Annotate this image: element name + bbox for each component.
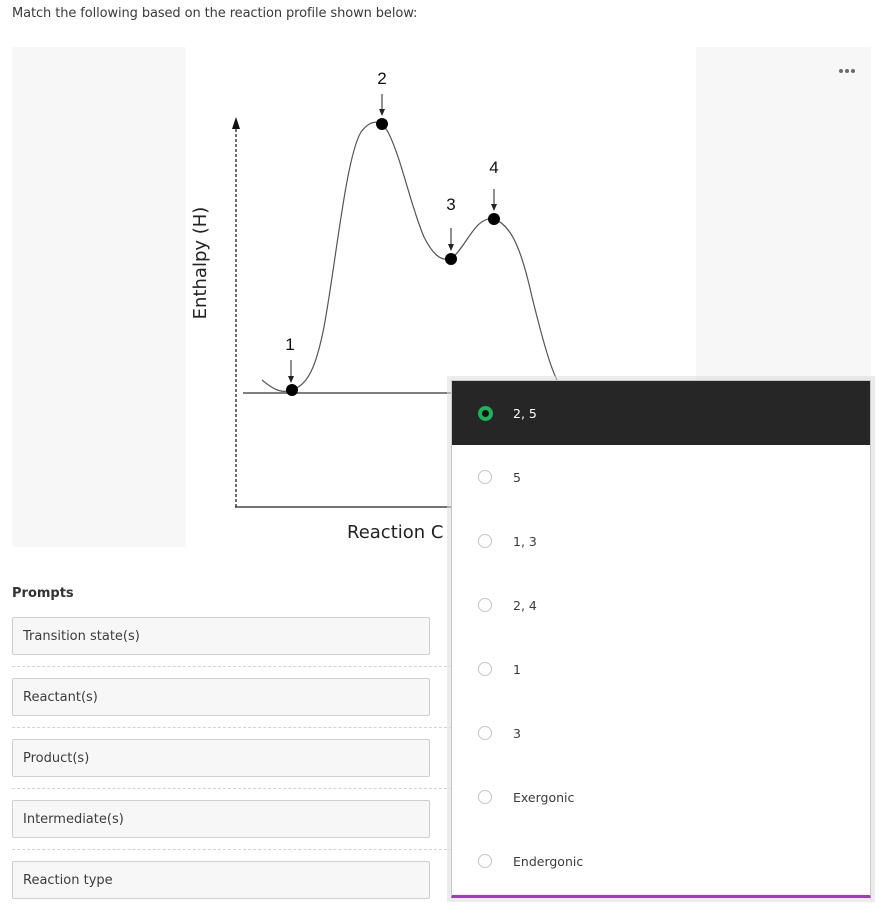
point-3-marker (445, 253, 457, 265)
prompts-heading: Prompts (12, 586, 74, 601)
option-exergonic[interactable]: Exergonic (452, 765, 870, 829)
radio-icon[interactable] (478, 790, 492, 804)
option-3[interactable]: 3 (452, 701, 870, 765)
option-5[interactable]: 5 (452, 445, 870, 509)
more-options-button[interactable] (836, 64, 858, 78)
point-2-marker (376, 118, 388, 130)
divider (12, 849, 452, 850)
radio-icon[interactable] (478, 726, 492, 740)
prompt-label: Reaction type (23, 872, 113, 888)
energy-curve (261, 121, 559, 392)
point-3-label: 3 (446, 195, 455, 214)
more-horizontal-icon (839, 69, 843, 73)
prompt-reaction-type[interactable]: Reaction type (12, 861, 430, 899)
point-2-label: 2 (377, 69, 386, 88)
option-2-4[interactable]: 2, 4 (452, 573, 870, 637)
y-axis-label: Enthalpy (H) (190, 207, 211, 320)
prompt-label: Intermediate(s) (23, 811, 124, 827)
prompt-reactants[interactable]: Reactant(s) (12, 678, 430, 716)
point-4-marker (488, 213, 500, 225)
point-1-marker (286, 384, 298, 396)
radio-icon[interactable] (478, 662, 492, 676)
prompt-transition-states[interactable]: Transition state(s) (12, 617, 430, 655)
answer-dropdown-list[interactable]: 2, 5 5 1, 3 2, 4 1 3 Exergonic Endergoni… (451, 380, 871, 898)
radio-icon[interactable] (478, 854, 492, 868)
x-axis-label: Reaction C (347, 522, 443, 543)
option-2-5[interactable]: 2, 5 (452, 381, 870, 445)
divider (12, 727, 452, 728)
option-1-3[interactable]: 1, 3 (452, 509, 870, 573)
y-axis-arrow-icon (232, 117, 240, 129)
question-text: Match the following based on the reactio… (12, 6, 418, 21)
radio-icon[interactable] (478, 598, 492, 612)
divider (12, 788, 452, 789)
prompt-label: Transition state(s) (23, 628, 140, 644)
radio-icon[interactable] (478, 534, 492, 548)
prompt-label: Reactant(s) (23, 689, 98, 705)
option-1[interactable]: 1 (452, 637, 870, 701)
divider (12, 666, 452, 667)
radio-icon[interactable] (478, 470, 492, 484)
point-4-label: 4 (489, 158, 498, 177)
radio-selected-icon[interactable] (478, 405, 493, 421)
option-endergonic[interactable]: Endergonic (452, 829, 870, 893)
prompt-products[interactable]: Product(s) (12, 739, 430, 777)
point-1-label: 1 (285, 335, 294, 354)
prompt-label: Product(s) (23, 750, 90, 766)
prompt-intermediates[interactable]: Intermediate(s) (12, 800, 430, 838)
